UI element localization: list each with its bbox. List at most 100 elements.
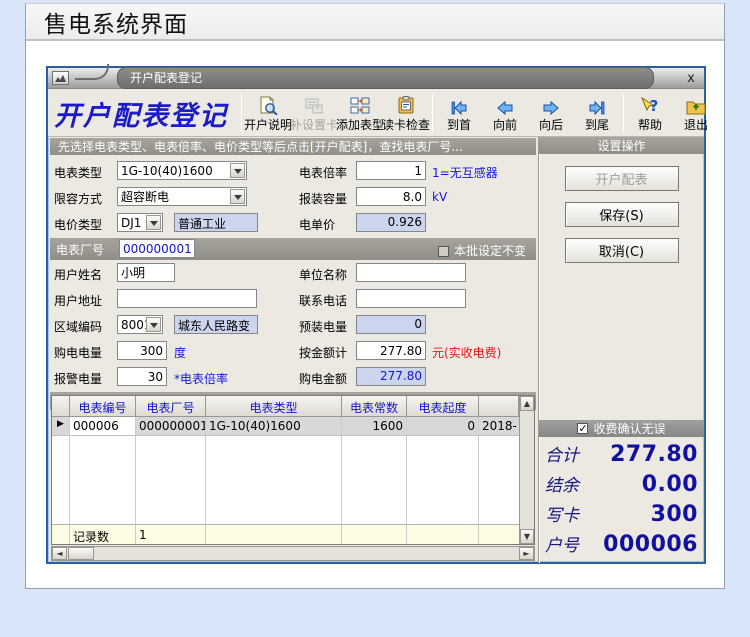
address-input[interactable] (117, 289, 257, 308)
scroll-up-icon[interactable]: ▲ (520, 396, 534, 411)
purchase-kwh-input[interactable] (117, 341, 167, 360)
scroll-right-icon[interactable]: ► (519, 547, 534, 560)
unit-name-label: 单位名称 (299, 268, 348, 282)
exit-button[interactable]: 退出 (673, 91, 719, 135)
kwh-unit: 度 (174, 346, 187, 360)
page-header: 售电系统界面 (26, 4, 724, 41)
col-factory-no[interactable]: 电表厂号 (136, 396, 206, 417)
row-meter-type: 电表类型 1G-10(40)1600 电表倍率 1=无互感器 (48, 159, 538, 185)
preload-label: 预装电量 (299, 320, 348, 334)
help-button[interactable]: ? 帮助 (627, 91, 673, 135)
row-region: 区域编码 8001 城东人民路变 预装电量 0 (48, 313, 538, 339)
purchase-kwh-label: 购电电量 (54, 346, 103, 360)
meter-ratio-label: 电表倍率 (299, 166, 348, 180)
factory-no-bar: 电表厂号 本批设定不变 (50, 238, 536, 260)
meter-type-select[interactable]: 1G-10(40)1600 (117, 161, 247, 180)
balance-value: 0.00 (641, 472, 698, 497)
total-label: 合计 (545, 446, 579, 466)
capacity-label: 报装容量 (299, 192, 348, 206)
chevron-down-icon[interactable] (230, 189, 245, 204)
user-name-input[interactable] (117, 263, 175, 282)
total-value: 277.80 (610, 442, 698, 467)
account-no-label: 户号 (545, 536, 579, 556)
col-meter-type[interactable]: 电表类型 (206, 396, 342, 417)
limit-mode-select[interactable]: 超容断电 (117, 187, 247, 206)
factory-no-input[interactable] (119, 239, 195, 258)
alarm-kwh-input[interactable] (117, 367, 167, 386)
hscroll-thumb[interactable] (68, 547, 94, 560)
checkbox-checked-icon[interactable]: ✓ (577, 423, 589, 434)
capacity-input[interactable] (356, 187, 426, 206)
form-panel: 先选择电表类型、电表倍率、电价类型等后点击[开户配表]，查找电表厂号... 电表… (48, 137, 538, 563)
open-account-help-button[interactable]: 开户说明 (244, 91, 292, 135)
grid-row-selected[interactable]: ▶ 000006 0000000010 1G-10(40)1600 1600 0… (52, 417, 519, 436)
help-icon: ? (640, 95, 660, 115)
close-icon[interactable]: x (682, 71, 700, 86)
grid-footer-row: 记录数 1 (52, 524, 519, 544)
toolbar-separator (623, 94, 624, 132)
read-card-check-button[interactable]: 读卡检查 (382, 91, 430, 135)
col-start-reading[interactable]: 电表起度 (407, 396, 479, 417)
page-panel: 售电系统界面 开户配表登记 x 开户配表登记 开户说明 * 补设置卡 添加表型 … (25, 3, 725, 589)
assign-meter-button: 开户配表 (564, 166, 679, 191)
add-meter-type-button[interactable]: 添加表型 (336, 91, 384, 135)
scroll-down-icon[interactable]: ▼ (520, 529, 534, 544)
record-count-label: 记录数 (70, 524, 136, 544)
go-first-button[interactable]: 到首 (436, 91, 482, 135)
titlebar-swoosh (75, 64, 109, 80)
page-title: 售电系统界面 (44, 11, 188, 38)
grid-vscrollbar[interactable]: ▲ ▼ (519, 396, 534, 544)
phone-input[interactable] (356, 289, 466, 308)
fee-confirm-label: 收费确认无误 (593, 422, 666, 436)
batch-fixed-checkbox[interactable]: 本批设定不变 (437, 242, 526, 259)
grid-hscrollbar[interactable]: ◄ ► (51, 546, 535, 561)
row-price-type: 电价类型 DJ1 普通工业 电单价 0.926 (48, 211, 538, 237)
region-select[interactable]: 8001 (117, 315, 163, 334)
row-marker-icon: ▶ (52, 417, 70, 436)
factory-no-label: 电表厂号 (56, 243, 105, 257)
scroll-left-icon[interactable]: ◄ (52, 547, 67, 560)
row-user-name: 用户姓名 单位名称 (48, 261, 538, 287)
chevron-down-icon[interactable] (230, 163, 245, 178)
record-count-value: 1 (136, 524, 206, 544)
account-no-value: 000006 (603, 532, 698, 557)
add-meter-type-icon (350, 95, 370, 115)
save-button[interactable]: 保存(S) (564, 202, 679, 227)
next-record-icon (542, 95, 560, 115)
by-amount-hint: 元(实收电费) (432, 346, 502, 360)
limit-mode-label: 限容方式 (54, 192, 103, 206)
address-label: 用户地址 (54, 294, 103, 308)
write-card-label: 写卡 (545, 506, 579, 526)
first-record-icon (449, 95, 469, 115)
col-meter-no[interactable]: 电表编号 (70, 396, 136, 417)
chevron-down-icon[interactable] (146, 215, 161, 230)
go-prev-button[interactable]: 向前 (482, 91, 528, 135)
checkbox-icon[interactable] (437, 246, 449, 257)
toolbar-separator (241, 94, 242, 132)
go-next-button[interactable]: 向后 (528, 91, 574, 135)
region-label: 区域编码 (54, 320, 103, 334)
alarm-kwh-label: 报警电量 (54, 372, 103, 386)
row-address: 用户地址 联系电话 (48, 287, 538, 313)
svg-text:?: ? (650, 97, 659, 115)
unit-name-input[interactable] (356, 263, 466, 282)
supplement-card-button: * 补设置卡 (290, 91, 338, 135)
purchase-amt-label: 购电金额 (299, 372, 348, 386)
dialog-main: 先选择电表类型、电表倍率、电价类型等后点击[开户配表]，查找电表厂号... 电表… (48, 137, 704, 563)
cancel-button[interactable]: 取消(C) (564, 238, 679, 263)
by-amount-input[interactable] (356, 341, 426, 360)
go-last-button[interactable]: 到尾 (574, 91, 620, 135)
write-card-value: 300 (650, 502, 698, 527)
dialog-window: 开户配表登记 x 开户配表登记 开户说明 * 补设置卡 添加表型 读卡检查 到首… (46, 64, 708, 564)
account-no-row: 户号 000006 (545, 531, 698, 561)
row-alarm-kwh: 报警电量 *电表倍率 购电金额 277.80 (48, 365, 538, 391)
col-constant[interactable]: 电表常数 (342, 396, 407, 417)
unit-price-label: 电单价 (299, 218, 336, 232)
price-type-select[interactable]: DJ1 (117, 213, 163, 232)
purchase-amt-value: 277.80 (356, 367, 426, 386)
last-record-icon (587, 95, 607, 115)
meter-type-label: 电表类型 (54, 166, 103, 180)
meter-ratio-input[interactable] (356, 161, 426, 180)
card-setup-icon: * (305, 95, 324, 115)
chevron-down-icon[interactable] (146, 317, 161, 332)
